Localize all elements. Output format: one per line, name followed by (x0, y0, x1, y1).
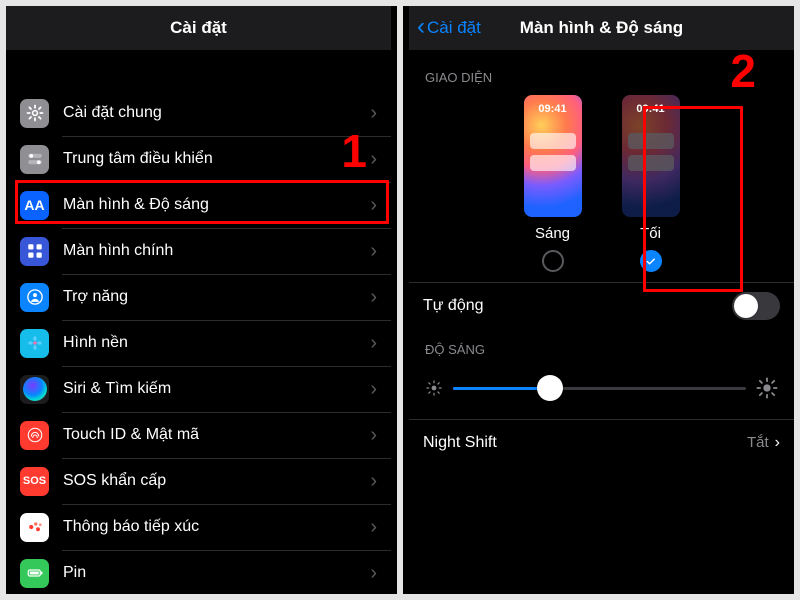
night-shift-value: Tắt (747, 434, 769, 451)
settings-row-touchid[interactable]: Touch ID & Mật mã › (6, 412, 391, 458)
settings-row-label: Trợ năng (63, 288, 370, 306)
settings-row-general[interactable]: Cài đặt chung › (6, 90, 391, 136)
sos-icon: SOS (20, 467, 49, 496)
slider-fill (453, 387, 550, 390)
settings-row-siri[interactable]: Siri & Tìm kiếm › (6, 366, 391, 412)
appearance-option-light[interactable]: 09:41 Sáng (524, 95, 582, 272)
settings-row-label: Trung tâm điều khiển (63, 150, 370, 168)
back-button[interactable]: ‹ Cài đặt (417, 16, 481, 40)
night-shift-row[interactable]: Night Shift Tắt › (409, 419, 794, 465)
section-header-brightness: ĐỘ SÁNG (409, 328, 794, 365)
night-shift-label: Night Shift (423, 434, 747, 452)
settings-row-sos[interactable]: SOS SOS khẩn cấp › (6, 458, 391, 504)
chevron-right-icon: › (370, 516, 377, 539)
display-brightness-panel: ‹ Cài đặt Màn hình & Độ sáng GIAO DIỆN 0… (409, 6, 794, 594)
chevron-right-icon: › (775, 434, 780, 452)
chevron-right-icon: › (370, 332, 377, 355)
chevron-right-icon: › (370, 378, 377, 401)
dual-screenshot: Cài đặt Cài đặt chung › Trung tâm điều k… (6, 6, 794, 594)
annotation-highlight-1 (15, 180, 389, 224)
settings-row-label: Màn hình chính (63, 242, 370, 260)
chevron-right-icon: › (370, 240, 377, 263)
settings-row-label: Pin (63, 564, 370, 582)
radio-unchecked-icon (542, 250, 564, 272)
chevron-right-icon: › (370, 102, 377, 125)
annotation-number-2: 2 (730, 44, 756, 98)
annotation-highlight-2 (643, 106, 743, 292)
siri-icon (20, 375, 49, 404)
homescreen-icon (20, 237, 49, 266)
settings-row-accessibility[interactable]: Trợ năng › (6, 274, 391, 320)
settings-row-controlcenter[interactable]: Trung tâm điều khiển › (6, 136, 391, 182)
annotation-number-1: 1 (341, 124, 367, 178)
accessibility-icon (20, 283, 49, 312)
settings-root-panel: Cài đặt Cài đặt chung › Trung tâm điều k… (6, 6, 391, 594)
general-icon (20, 99, 49, 128)
automatic-toggle[interactable] (732, 292, 780, 320)
page-title: Cài đặt (170, 18, 227, 38)
brightness-slider[interactable] (453, 387, 746, 390)
settings-row-label: Thông báo tiếp xúc (63, 518, 370, 536)
settings-row-label: SOS khẩn cấp (63, 472, 370, 490)
chevron-right-icon: › (370, 470, 377, 493)
sun-small-icon (425, 379, 443, 397)
settings-row-battery[interactable]: Pin › (6, 550, 391, 594)
settings-row-label: Touch ID & Mật mã (63, 426, 370, 444)
chevron-right-icon: › (370, 562, 377, 585)
brightness-slider-row (409, 365, 794, 419)
wallpaper-icon (20, 329, 49, 358)
settings-row-wallpaper[interactable]: Hình nền › (6, 320, 391, 366)
settings-row-label: Siri & Tìm kiếm (63, 380, 370, 398)
panel-separator (397, 6, 403, 594)
settings-row-homescreen[interactable]: Màn hình chính › (6, 228, 391, 274)
chevron-right-icon: › (370, 148, 377, 171)
exposure-icon (20, 513, 49, 542)
battery-icon (20, 559, 49, 588)
sun-large-icon (756, 377, 778, 399)
touchid-icon (20, 421, 49, 450)
toggle-knob (734, 294, 758, 318)
header: Cài đặt (6, 6, 391, 50)
settings-row-exposure[interactable]: Thông báo tiếp xúc › (6, 504, 391, 550)
slider-thumb[interactable] (537, 375, 563, 401)
appearance-thumb-light: 09:41 (524, 95, 582, 217)
settings-row-label: Hình nền (63, 334, 370, 352)
automatic-label: Tự động (423, 297, 732, 315)
settings-row-label: Cài đặt chung (63, 104, 370, 122)
back-label: Cài đặt (427, 18, 481, 38)
spacer (6, 50, 391, 90)
chevron-left-icon: ‹ (417, 15, 425, 39)
settings-list: Cài đặt chung › Trung tâm điều khiển › A… (6, 90, 391, 594)
controlcenter-icon (20, 145, 49, 174)
chevron-right-icon: › (370, 286, 377, 309)
chevron-right-icon: › (370, 424, 377, 447)
